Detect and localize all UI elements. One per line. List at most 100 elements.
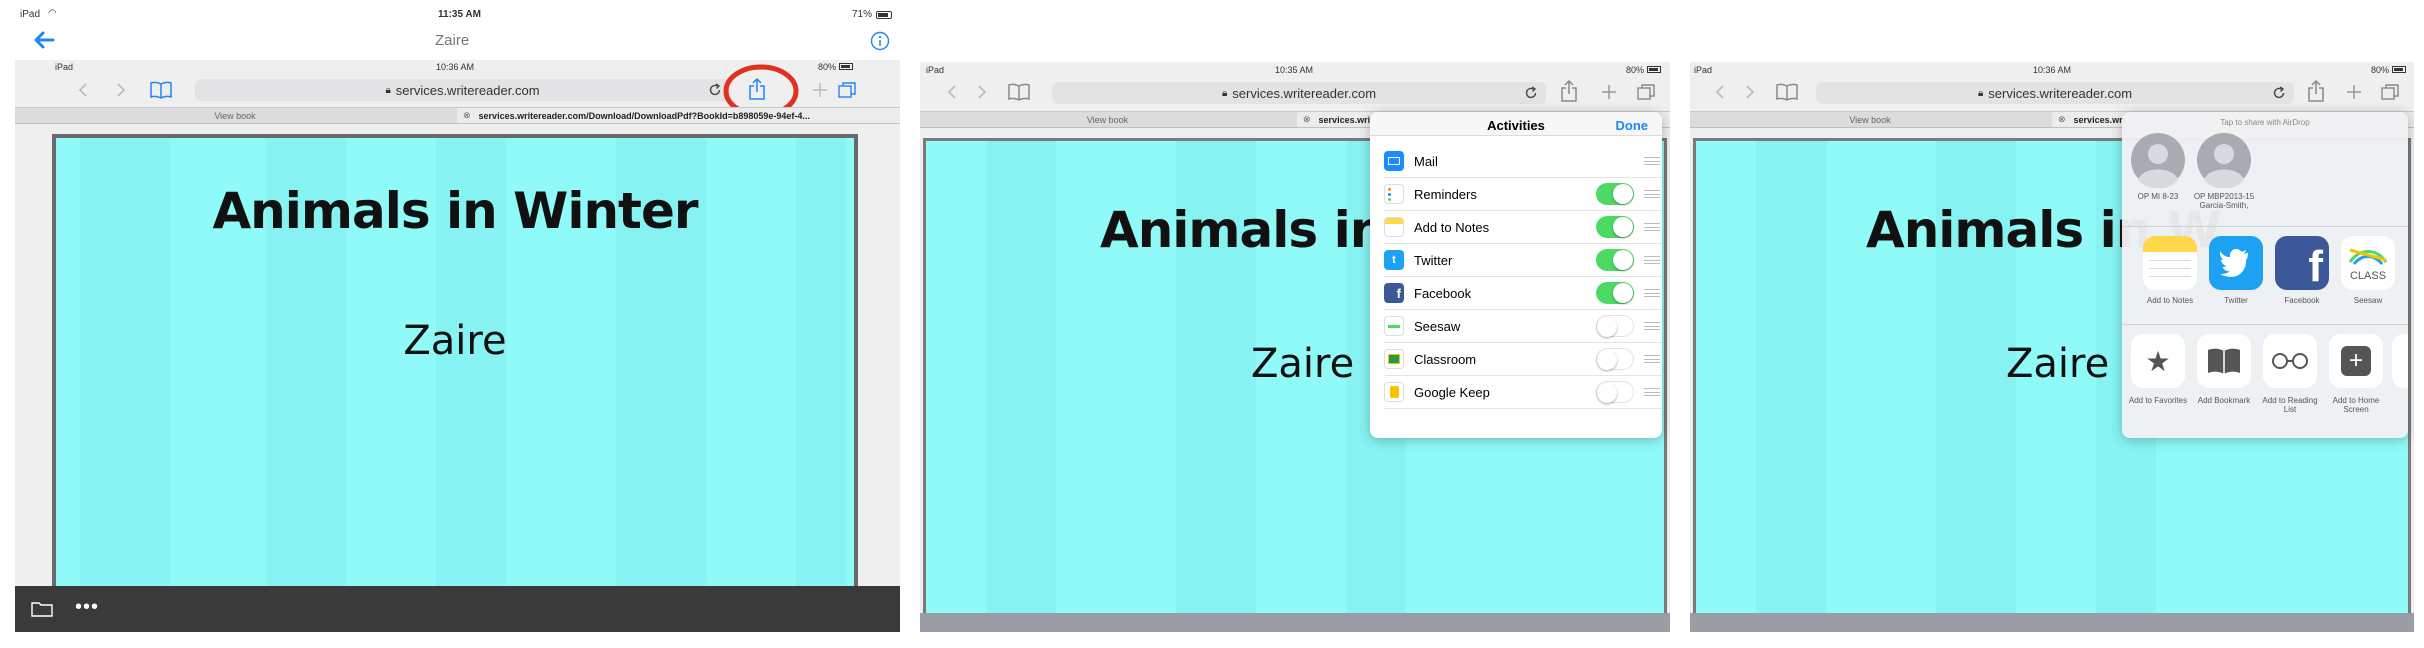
- tabs-icon[interactable]: [1636, 83, 1656, 101]
- status-time: 10:36 AM: [2033, 65, 2072, 75]
- action-label: Add Bookmark: [2197, 396, 2251, 405]
- done-button[interactable]: Done: [1616, 118, 1649, 133]
- tab-strip: View book ⊗ services.writereader.com/Dow…: [15, 107, 900, 124]
- status-time: 10:36 AM: [436, 62, 475, 72]
- share-app-twitter[interactable]: Twitter: [2206, 236, 2266, 314]
- share-icon[interactable]: [2307, 79, 2325, 103]
- airdrop-contact[interactable]: OP MI 8-23: [2130, 130, 2186, 220]
- back-chevron-icon[interactable]: [946, 84, 958, 100]
- tab-label: View book: [214, 110, 256, 121]
- battery-percent: 80%: [2371, 65, 2390, 75]
- reminders-toggle[interactable]: [1596, 183, 1634, 205]
- add-to-notes-toggle[interactable]: [1596, 216, 1634, 238]
- tab-view-book[interactable]: View book: [1690, 112, 2050, 127]
- close-tab-icon[interactable]: ⊗: [463, 110, 471, 121]
- activity-row-add-to-notes[interactable]: Add to Notes: [1384, 211, 1662, 244]
- share-icon[interactable]: [1560, 79, 1578, 103]
- share-app-notes[interactable]: Add to Notes: [2140, 236, 2200, 314]
- reorder-handle-icon[interactable]: [1644, 223, 1660, 231]
- new-tab-icon[interactable]: [1601, 84, 1617, 100]
- tab-download-pdf[interactable]: ⊗ services.writereader.com/Download/Down…: [457, 108, 900, 123]
- folder-icon[interactable]: [31, 601, 53, 617]
- reorder-handle-icon[interactable]: [1644, 289, 1660, 297]
- lock-icon: 🔒︎: [1221, 87, 1228, 99]
- activity-row-mail[interactable]: Mail: [1384, 145, 1662, 178]
- action-add-to-reading-list[interactable]: Add to Reading List: [2260, 334, 2320, 414]
- share-app-seesaw[interactable]: CLASS Seesaw: [2338, 236, 2398, 314]
- seesaw-toggle[interactable]: [1596, 315, 1634, 337]
- reorder-handle-icon[interactable]: [1644, 322, 1660, 330]
- viewer-bottom-bar: •••: [15, 586, 900, 632]
- url-text: services.writereader.com: [1232, 85, 1377, 101]
- close-tab-icon[interactable]: ⊗: [1303, 114, 1311, 125]
- action-more-partial[interactable]: [2392, 334, 2408, 388]
- action-add-bookmark[interactable]: Add Bookmark: [2194, 334, 2254, 414]
- activity-row-twitter[interactable]: t Twitter: [1384, 244, 1662, 277]
- new-tab-icon[interactable]: [2346, 84, 2362, 100]
- lock-icon: 🔒︎: [1977, 87, 1984, 99]
- activity-row-google-keep[interactable]: Google Keep: [1384, 376, 1662, 409]
- bookmarks-icon[interactable]: [1008, 83, 1030, 101]
- back-chevron-icon[interactable]: [77, 82, 89, 98]
- reload-icon[interactable]: [2272, 86, 2286, 100]
- reorder-handle-icon[interactable]: [1644, 388, 1660, 396]
- new-tab-icon[interactable]: [812, 82, 828, 98]
- bookmarks-icon[interactable]: [150, 81, 172, 99]
- contact-name: OP MI 8-23: [2137, 192, 2179, 201]
- action-add-to-favorites[interactable]: ★ Add to Favorites: [2128, 334, 2188, 414]
- activity-row-facebook[interactable]: f Facebook: [1384, 277, 1662, 310]
- facebook-icon: f: [1384, 283, 1404, 303]
- tabs-icon[interactable]: [2380, 83, 2400, 101]
- share-sheet: Tap to share with AirDrop OP MI 8-23 OP …: [2122, 112, 2408, 438]
- activity-label: Reminders: [1414, 187, 1477, 202]
- url-bar[interactable]: 🔒︎ services.writereader.com: [195, 79, 730, 101]
- reorder-handle-icon[interactable]: [1644, 190, 1660, 198]
- device-label: iPad: [20, 9, 41, 20]
- back-arrow-icon[interactable]: [33, 30, 55, 50]
- activity-row-seesaw[interactable]: Seesaw: [1384, 310, 1662, 343]
- share-app-label: Seesaw: [2353, 296, 2383, 305]
- tabs-icon[interactable]: [837, 81, 857, 99]
- person-avatar-icon: [2131, 133, 2185, 188]
- close-tab-icon[interactable]: ⊗: [2058, 114, 2066, 125]
- forward-chevron-icon[interactable]: [115, 82, 127, 98]
- tab-view-book[interactable]: View book: [15, 108, 455, 123]
- twitter-toggle[interactable]: [1596, 249, 1634, 271]
- forward-chevron-icon[interactable]: [976, 84, 988, 100]
- forward-chevron-icon[interactable]: [1744, 84, 1756, 100]
- status-bar: iPad 10:35 AM 80%: [920, 65, 1670, 77]
- activity-row-reminders[interactable]: Reminders: [1384, 178, 1662, 211]
- more-options-icon[interactable]: •••: [75, 596, 99, 619]
- reload-icon[interactable]: [1524, 86, 1538, 100]
- twitter-icon: t: [1384, 250, 1404, 270]
- bookmarks-icon[interactable]: [1776, 83, 1798, 101]
- divider: [2122, 226, 2408, 227]
- url-bar[interactable]: 🔒︎ services.writereader.com: [1816, 82, 2294, 104]
- tab-label: services.writereader.com/Download/Downlo…: [478, 110, 810, 121]
- classroom-toggle[interactable]: [1596, 348, 1634, 370]
- action-label: Add to Reading List: [2262, 396, 2318, 415]
- share-app-facebook[interactable]: f Facebook: [2272, 236, 2332, 314]
- mail-icon: [1384, 151, 1404, 171]
- battery-percent: 71%: [852, 9, 873, 20]
- bottom-toolbar-strip: [1690, 613, 2414, 632]
- star-icon: ★: [2131, 334, 2185, 388]
- activity-row-classroom[interactable]: Classroom: [1384, 343, 1662, 376]
- reload-icon[interactable]: [708, 83, 722, 97]
- tab-view-book[interactable]: View book: [920, 112, 1295, 127]
- battery-icon: [876, 11, 892, 19]
- glasses-icon: [2263, 334, 2317, 388]
- status-time: 10:35 AM: [1275, 65, 1314, 75]
- url-bar[interactable]: 🔒︎ services.writereader.com: [1052, 82, 1546, 104]
- airdrop-contact[interactable]: OP MBP2013-15 Garcia-Smith,: [2194, 130, 2254, 220]
- battery-percent: 80%: [818, 62, 837, 72]
- reorder-handle-icon[interactable]: [1644, 256, 1660, 264]
- facebook-toggle[interactable]: [1596, 282, 1634, 304]
- device-label: iPad: [926, 65, 945, 75]
- reorder-handle-icon[interactable]: [1644, 355, 1660, 363]
- action-add-to-home-screen[interactable]: + Add to Home Screen: [2326, 334, 2386, 414]
- info-icon[interactable]: [870, 31, 890, 51]
- back-chevron-icon[interactable]: [1714, 84, 1726, 100]
- reorder-handle-icon[interactable]: [1644, 157, 1660, 165]
- google-keep-toggle[interactable]: [1596, 381, 1634, 403]
